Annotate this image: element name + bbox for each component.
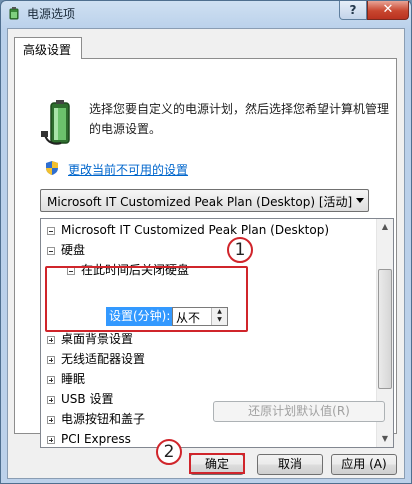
change-unavailable-settings-link[interactable]: 更改当前不可用的设置: [68, 161, 188, 178]
tree-item[interactable]: 睡眠: [47, 369, 85, 389]
callout-1-badge: 1: [227, 237, 253, 263]
expand-icon[interactable]: [47, 356, 55, 364]
tree-item-label: 桌面背景设置: [61, 332, 134, 346]
help-button[interactable]: ?: [339, 1, 367, 20]
collapse-icon[interactable]: [47, 247, 55, 255]
tree-item-label: 电源按钮和盖子: [61, 412, 146, 426]
tree-item-label: 无线适配器设置: [61, 352, 146, 366]
apply-button[interactable]: 应用 (A): [331, 454, 397, 475]
expand-icon[interactable]: [47, 396, 55, 404]
expand-icon[interactable]: [47, 376, 55, 384]
callout-2-badge: 2: [156, 439, 182, 465]
battery-icon: [41, 100, 70, 145]
tree-item[interactable]: 电源按钮和盖子: [47, 409, 145, 429]
expand-icon[interactable]: [47, 416, 55, 424]
advanced-settings-panel: 选择您要自定义的电源计划，然后选择您希望计算机管理的电源设置。 更改当前不可用的…: [14, 58, 397, 448]
collapse-icon[interactable]: [47, 227, 55, 235]
tree-item[interactable]: PCI Express: [47, 429, 131, 447]
uac-shield-icon: [46, 161, 58, 175]
window-title: 电源选项: [27, 7, 76, 21]
description-text: 选择您要自定义的电源计划，然后选择您希望计算机管理的电源设置。: [89, 102, 390, 136]
close-button[interactable]: ✕: [367, 1, 409, 20]
cancel-button[interactable]: 取消: [257, 454, 323, 475]
tree-item[interactable]: 桌面背景设置: [47, 329, 133, 349]
scroll-thumb[interactable]: [378, 269, 392, 389]
dialog-client-area: 高级设置 选择您要自定义的电源计划，然后选择您希望计算机管理的电源设置。 更改当…: [7, 28, 405, 479]
chevron-down-icon: [356, 198, 364, 203]
scroll-down-icon[interactable]: ▼: [377, 431, 393, 447]
tree-item-label: PCI Express: [61, 432, 131, 446]
expand-icon[interactable]: [47, 436, 55, 444]
tree-item-label: 硬盘: [61, 243, 86, 257]
tree-item-harddisk[interactable]: 硬盘: [47, 240, 85, 260]
tree-item-label: USB 设置: [61, 392, 114, 406]
expand-icon[interactable]: [47, 336, 55, 344]
title-bar[interactable]: 电源选项 ? ✕: [1, 1, 411, 25]
callout-1-highlight: [45, 266, 248, 332]
tree-item[interactable]: USB 设置: [47, 389, 113, 409]
tab-advanced-settings[interactable]: 高级设置: [14, 37, 82, 59]
restore-defaults-button[interactable]: 还原计划默认值(R): [213, 401, 385, 422]
power-plan-select[interactable]: Microsoft IT Customized Peak Plan (Deskt…: [40, 189, 369, 212]
tree-item-plan-root[interactable]: Microsoft IT Customized Peak Plan (Deskt…: [47, 220, 329, 240]
power-plan-select-value: Microsoft IT Customized Peak Plan (Deskt…: [47, 195, 353, 209]
scroll-up-icon[interactable]: ▲: [377, 219, 393, 235]
power-options-window: 电源选项 ? ✕ 高级设置 选择您要自定义的电源计划，然后选择您希望计算机管理的…: [0, 0, 412, 484]
tree-item-label: 睡眠: [61, 372, 86, 386]
power-plan-icon: [9, 7, 19, 20]
tree-item-label: Microsoft IT Customized Peak Plan (Deskt…: [61, 223, 330, 237]
callout-2-highlight: [189, 453, 245, 474]
tree-item[interactable]: 无线适配器设置: [47, 349, 145, 369]
